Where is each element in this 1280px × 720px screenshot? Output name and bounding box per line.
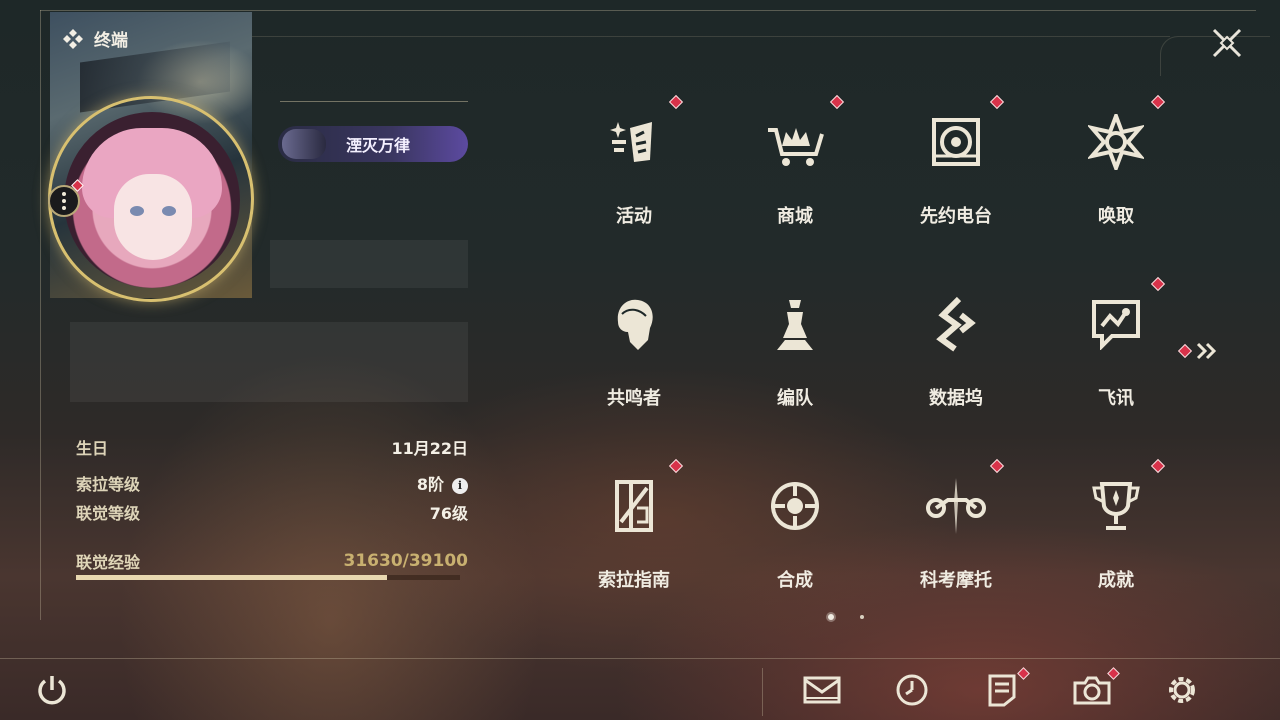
resonator-icon [617, 299, 653, 350]
frame-line-inner [250, 36, 1170, 37]
title-badge-label: 湮灭万律 [346, 136, 411, 155]
stat-value: 11月22日 [391, 439, 468, 458]
menu-item-label: 科考摩托 [920, 570, 992, 591]
menu-item-label: 索拉指南 [598, 570, 670, 591]
data-bank-icon [936, 296, 976, 352]
avatar-face [114, 174, 192, 260]
menu-item-achievements[interactable]: 成就 [1056, 458, 1176, 608]
team-icon [777, 300, 813, 350]
menu-item-label: 共鸣者 [607, 388, 661, 409]
messenger-icon [1092, 300, 1140, 350]
double-chevron-right-icon [1196, 342, 1217, 360]
menu-item-label: 商城 [777, 206, 813, 227]
menu-item-synthesis[interactable]: 合成 [735, 458, 855, 608]
avatar[interactable] [64, 112, 240, 288]
menu-item-data-bank[interactable]: 数据坞 [896, 276, 1016, 426]
menu-item-label: 先约电台 [920, 206, 992, 227]
next-page-button[interactable] [1177, 340, 1220, 362]
guidebook-icon [615, 480, 653, 532]
radio-icon [932, 118, 980, 166]
bottom-bar-line [0, 658, 1280, 659]
convene-icon [1088, 114, 1144, 170]
shop-icon [768, 128, 824, 166]
more-dot-icon [62, 192, 66, 196]
menu-item-guidebook[interactable]: 索拉指南 [574, 458, 694, 608]
menu-item-radio[interactable]: 先约电台 [896, 94, 1016, 244]
menu-item-label: 活动 [616, 206, 652, 227]
menu-item-label: 编队 [777, 388, 813, 409]
page-dot[interactable] [860, 615, 864, 619]
exp-label: 联觉经验 [76, 553, 141, 572]
menu-item-team[interactable]: 编队 [735, 276, 855, 426]
notification-dot [1177, 343, 1193, 359]
page-dot-active[interactable] [828, 614, 834, 620]
blurred-signature [70, 322, 468, 402]
menu-item-label: 合成 [777, 570, 813, 591]
menu-item-convene[interactable]: 唤取 [1056, 94, 1176, 244]
menu-item-label: 成就 [1098, 570, 1134, 591]
camera-icon [1073, 676, 1111, 705]
title-badge[interactable]: 湮灭万律 [278, 126, 468, 162]
trophy-icon [1092, 482, 1140, 530]
power-button[interactable] [32, 670, 72, 710]
stat-row-union-level: 联觉等级 76级 [76, 501, 468, 523]
menu-item-motorcycle[interactable]: 科考摩托 [896, 458, 1016, 608]
menu-item-label: 飞讯 [1098, 388, 1134, 409]
menu-item-resonators[interactable]: 共鸣者 [574, 276, 694, 426]
page-title-text: 终端 [94, 31, 128, 51]
exp-value: 31630/39100 [343, 551, 469, 571]
stat-label: 生日 [76, 439, 109, 458]
terminal-icon [63, 28, 83, 49]
exp-progress-fill [76, 575, 387, 580]
stat-row-birthday: 生日 11月22日 [76, 436, 468, 458]
profile-divider [280, 101, 468, 102]
bottom-bar-divider [762, 668, 763, 716]
clock-icon [896, 674, 928, 706]
menu-item-shop[interactable]: 商城 [735, 94, 855, 244]
mail-icon [803, 676, 841, 704]
menu-item-label: 数据坞 [929, 388, 983, 409]
blurred-name [270, 240, 468, 288]
stat-label: 联觉等级 [76, 504, 141, 523]
stat-value-wrap: 8阶 i [417, 471, 468, 495]
info-icon[interactable]: i [452, 477, 468, 494]
settings-button[interactable] [1160, 668, 1204, 712]
mail-button[interactable] [800, 668, 844, 712]
stat-row-union-exp: 联觉经验 31630/39100 [76, 550, 468, 572]
page-title: 终端 [62, 26, 128, 51]
clock-button[interactable] [890, 668, 934, 712]
exp-progress-bar [76, 575, 460, 580]
page-indicator [828, 612, 868, 622]
stat-label: 索拉等级 [76, 475, 141, 494]
close-icon [1212, 28, 1242, 58]
stat-value: 8阶 [416, 475, 444, 494]
settings-icon [1169, 677, 1195, 703]
event-icon [610, 122, 652, 162]
frame-line-left [40, 10, 41, 620]
synthesis-icon [771, 482, 819, 530]
menu-item-events[interactable]: 活动 [574, 94, 694, 244]
power-icon [38, 676, 66, 705]
frame-line-top [40, 10, 1256, 11]
title-badge-art [282, 129, 326, 159]
menu-item-messenger[interactable]: 飞讯 [1056, 276, 1176, 426]
avatar-eye-left [130, 206, 144, 216]
notice-icon [988, 674, 1016, 707]
motorcycle-icon [926, 478, 986, 534]
avatar-eye-right [162, 206, 176, 216]
close-button[interactable] [1206, 22, 1248, 64]
stat-value: 76级 [429, 504, 468, 523]
menu-item-label: 唤取 [1098, 206, 1134, 227]
stat-row-sol-rank: 索拉等级 8阶 i [76, 472, 468, 494]
